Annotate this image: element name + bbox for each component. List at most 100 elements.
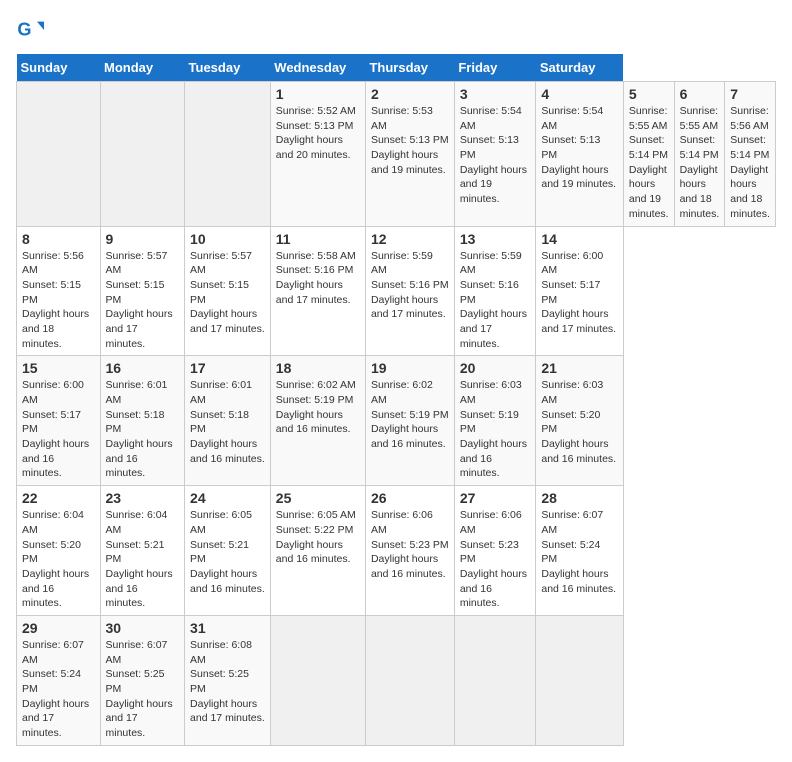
day-info: Sunrise: 5:57 AMSunset: 5:15 PMDaylight …: [106, 249, 180, 352]
day-number: 21: [541, 360, 618, 376]
day-number: 23: [106, 490, 180, 506]
day-of-week-header: Tuesday: [185, 54, 271, 82]
day-info: Sunrise: 5:55 AMSunset: 5:14 PMDaylight …: [629, 104, 669, 222]
day-info: Sunrise: 5:56 AMSunset: 5:14 PMDaylight …: [730, 104, 770, 222]
calendar-cell: [454, 615, 536, 745]
calendar-week-row: 15Sunrise: 6:00 AMSunset: 5:17 PMDayligh…: [17, 356, 776, 486]
day-info: Sunrise: 6:01 AMSunset: 5:18 PMDaylight …: [190, 378, 265, 466]
day-info: Sunrise: 5:59 AMSunset: 5:16 PMDaylight …: [460, 249, 531, 352]
calendar-cell: [536, 615, 624, 745]
calendar-cell: [185, 82, 271, 227]
day-info: Sunrise: 5:54 AMSunset: 5:13 PMDaylight …: [541, 104, 618, 192]
day-number: 9: [106, 231, 180, 247]
day-number: 11: [276, 231, 360, 247]
day-number: 5: [629, 86, 669, 102]
calendar-cell: 15Sunrise: 6:00 AMSunset: 5:17 PMDayligh…: [17, 356, 101, 486]
day-number: 6: [680, 86, 720, 102]
calendar-cell: 28 Sunrise: 6:07 AMSunset: 5:24 PMDayligh…: [536, 486, 624, 616]
calendar-cell: [270, 615, 365, 745]
day-number: 24: [190, 490, 265, 506]
day-number: 29: [22, 620, 95, 636]
day-number: 3: [460, 86, 531, 102]
calendar-cell: [100, 82, 185, 227]
day-info: Sunrise: 5:58 AMSunset: 5:16 PMDaylight …: [276, 249, 360, 308]
calendar-cell: 8 Sunrise: 5:56 AMSunset: 5:15 PMDaylight…: [17, 226, 101, 356]
calendar-cell: 17 Sunrise: 6:01 AMSunset: 5:18 PMDayligh…: [185, 356, 271, 486]
day-number: 14: [541, 231, 618, 247]
day-info: Sunrise: 5:52 AMSunset: 5:13 PMDaylight …: [276, 104, 360, 163]
day-info: Sunrise: 5:54 AMSunset: 5:13 PMDaylight …: [460, 104, 531, 207]
day-number: 2: [371, 86, 449, 102]
calendar-week-row: 1 Sunrise: 5:52 AMSunset: 5:13 PMDaylight…: [17, 82, 776, 227]
day-info: Sunrise: 6:03 AMSunset: 5:20 PMDaylight …: [541, 378, 618, 466]
day-number: 17: [190, 360, 265, 376]
day-info: Sunrise: 5:53 AMSunset: 5:13 PMDaylight …: [371, 104, 449, 177]
day-number: 26: [371, 490, 449, 506]
day-info: Sunrise: 5:56 AMSunset: 5:15 PMDaylight …: [22, 249, 95, 352]
calendar-cell: 14 Sunrise: 6:00 AMSunset: 5:17 PMDayligh…: [536, 226, 624, 356]
calendar-cell: 6Sunrise: 5:55 AMSunset: 5:14 PMDaylight…: [674, 82, 725, 227]
calendar-cell: [17, 82, 101, 227]
calendar-cell: 25 Sunrise: 6:05 AMSunset: 5:22 PMDayligh…: [270, 486, 365, 616]
day-of-week-header: Sunday: [17, 54, 101, 82]
day-number: 12: [371, 231, 449, 247]
calendar-body: 1 Sunrise: 5:52 AMSunset: 5:13 PMDaylight…: [17, 82, 776, 746]
day-number: 1: [276, 86, 360, 102]
calendar-cell: 30Sunrise: 6:07 AMSunset: 5:25 PMDayligh…: [100, 615, 185, 745]
day-info: Sunrise: 6:08 AMSunset: 5:25 PMDaylight …: [190, 638, 265, 726]
calendar-cell: 11 Sunrise: 5:58 AMSunset: 5:16 PMDayligh…: [270, 226, 365, 356]
svg-text:G: G: [17, 20, 31, 40]
day-info: Sunrise: 6:05 AMSunset: 5:21 PMDaylight …: [190, 508, 265, 596]
calendar-cell: 23Sunrise: 6:04 AMSunset: 5:21 PMDayligh…: [100, 486, 185, 616]
day-info: Sunrise: 6:01 AMSunset: 5:18 PMDaylight …: [106, 378, 180, 481]
calendar-cell: 24 Sunrise: 6:05 AMSunset: 5:21 PMDayligh…: [185, 486, 271, 616]
calendar-cell: 20Sunrise: 6:03 AMSunset: 5:19 PMDayligh…: [454, 356, 536, 486]
day-of-week-header: Saturday: [536, 54, 624, 82]
calendar-week-row: 8 Sunrise: 5:56 AMSunset: 5:15 PMDaylight…: [17, 226, 776, 356]
calendar-cell: 3 Sunrise: 5:54 AMSunset: 5:13 PMDaylight…: [454, 82, 536, 227]
calendar-week-row: 22Sunrise: 6:04 AMSunset: 5:20 PMDayligh…: [17, 486, 776, 616]
day-of-week-header: Thursday: [365, 54, 454, 82]
calendar-cell: 7 Sunrise: 5:56 AMSunset: 5:14 PMDaylight…: [725, 82, 776, 227]
day-info: Sunrise: 6:05 AMSunset: 5:22 PMDaylight …: [276, 508, 360, 567]
calendar-cell: 10 Sunrise: 5:57 AMSunset: 5:15 PMDayligh…: [185, 226, 271, 356]
calendar-cell: 2 Sunrise: 5:53 AMSunset: 5:13 PMDaylight…: [365, 82, 454, 227]
logo-icon: G: [16, 16, 44, 44]
calendar-cell: 31Sunrise: 6:08 AMSunset: 5:25 PMDayligh…: [185, 615, 271, 745]
calendar-cell: 26Sunrise: 6:06 AMSunset: 5:23 PMDayligh…: [365, 486, 454, 616]
day-number: 19: [371, 360, 449, 376]
day-number: 10: [190, 231, 265, 247]
calendar-cell: 19 Sunrise: 6:02 AMSunset: 5:19 PMDayligh…: [365, 356, 454, 486]
day-number: 20: [460, 360, 531, 376]
day-number: 28: [541, 490, 618, 506]
day-info: Sunrise: 5:57 AMSunset: 5:15 PMDaylight …: [190, 249, 265, 337]
calendar-cell: 4Sunrise: 5:54 AMSunset: 5:13 PMDaylight…: [536, 82, 624, 227]
day-number: 7: [730, 86, 770, 102]
calendar-cell: 22Sunrise: 6:04 AMSunset: 5:20 PMDayligh…: [17, 486, 101, 616]
logo: G: [16, 16, 48, 44]
day-info: Sunrise: 6:00 AMSunset: 5:17 PMDaylight …: [541, 249, 618, 337]
calendar-cell: [365, 615, 454, 745]
day-number: 27: [460, 490, 531, 506]
calendar-cell: 13Sunrise: 5:59 AMSunset: 5:16 PMDayligh…: [454, 226, 536, 356]
day-number: 8: [22, 231, 95, 247]
days-header-row: SundayMondayTuesdayWednesdayThursdayFrid…: [17, 54, 776, 82]
calendar-cell: 9 Sunrise: 5:57 AMSunset: 5:15 PMDaylight…: [100, 226, 185, 356]
calendar-week-row: 29 Sunrise: 6:07 AMSunset: 5:24 PMDayligh…: [17, 615, 776, 745]
day-info: Sunrise: 6:07 AMSunset: 5:24 PMDaylight …: [22, 638, 95, 741]
page-header: G: [16, 16, 776, 44]
day-info: Sunrise: 6:07 AMSunset: 5:24 PMDaylight …: [541, 508, 618, 596]
day-of-week-header: Wednesday: [270, 54, 365, 82]
day-number: 18: [276, 360, 360, 376]
day-of-week-header: Monday: [100, 54, 185, 82]
day-number: 30: [106, 620, 180, 636]
calendar-cell: 5 Sunrise: 5:55 AMSunset: 5:14 PMDaylight…: [623, 82, 674, 227]
calendar-cell: 18Sunrise: 6:02 AMSunset: 5:19 PMDayligh…: [270, 356, 365, 486]
calendar-cell: 12 Sunrise: 5:59 AMSunset: 5:16 PMDayligh…: [365, 226, 454, 356]
day-info: Sunrise: 5:59 AMSunset: 5:16 PMDaylight …: [371, 249, 449, 322]
calendar-cell: 1 Sunrise: 5:52 AMSunset: 5:13 PMDaylight…: [270, 82, 365, 227]
calendar-cell: 29 Sunrise: 6:07 AMSunset: 5:24 PMDayligh…: [17, 615, 101, 745]
day-info: Sunrise: 6:02 AMSunset: 5:19 PMDaylight …: [371, 378, 449, 451]
calendar-cell: 21 Sunrise: 6:03 AMSunset: 5:20 PMDayligh…: [536, 356, 624, 486]
day-number: 25: [276, 490, 360, 506]
